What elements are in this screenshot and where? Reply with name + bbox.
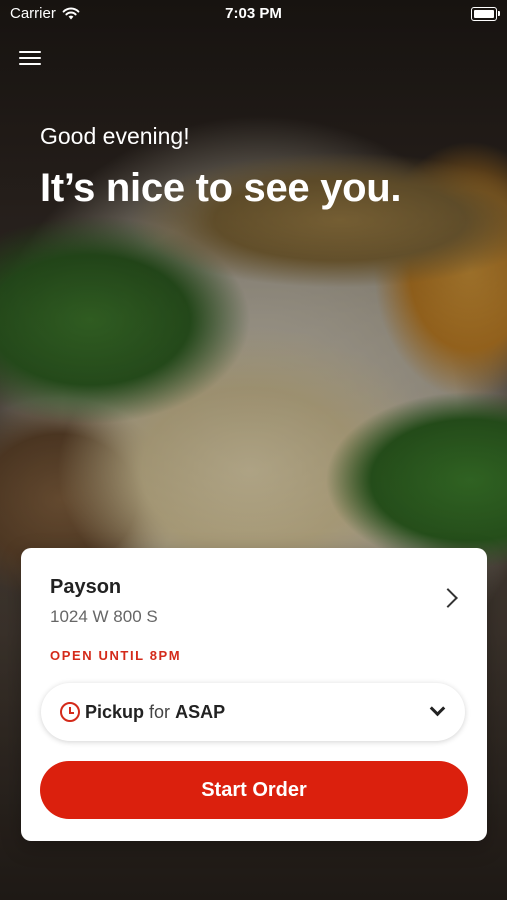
store-selector[interactable]: Payson 1024 W 800 S <box>50 576 467 636</box>
store-address: 1024 W 800 S <box>50 607 158 626</box>
chevron-down-icon <box>429 700 446 717</box>
start-order-button[interactable]: Start Order <box>40 761 468 819</box>
hamburger-menu-icon[interactable] <box>19 48 41 68</box>
order-mode-text: Pickup for ASAP <box>85 702 225 723</box>
status-bar: Carrier 7:03 PM <box>0 0 507 30</box>
headline-text: It’s nice to see you. <box>40 166 402 210</box>
greeting-text: Good evening! <box>40 123 190 149</box>
clock-icon <box>60 702 80 722</box>
order-mode-label: Pickup <box>85 702 145 722</box>
order-time-label: ASAP <box>175 702 226 722</box>
store-name: Payson <box>50 576 122 598</box>
order-mode-connector: for <box>149 702 171 722</box>
status-time: 7:03 PM <box>225 5 282 22</box>
battery-icon <box>471 7 500 21</box>
store-card: Payson 1024 W 800 S OPEN UNTIL 8PM Picku… <box>21 548 487 841</box>
open-status-badge: OPEN UNTIL 8PM <box>50 648 182 663</box>
order-mode-dropdown[interactable]: Pickup for ASAP <box>41 683 465 741</box>
